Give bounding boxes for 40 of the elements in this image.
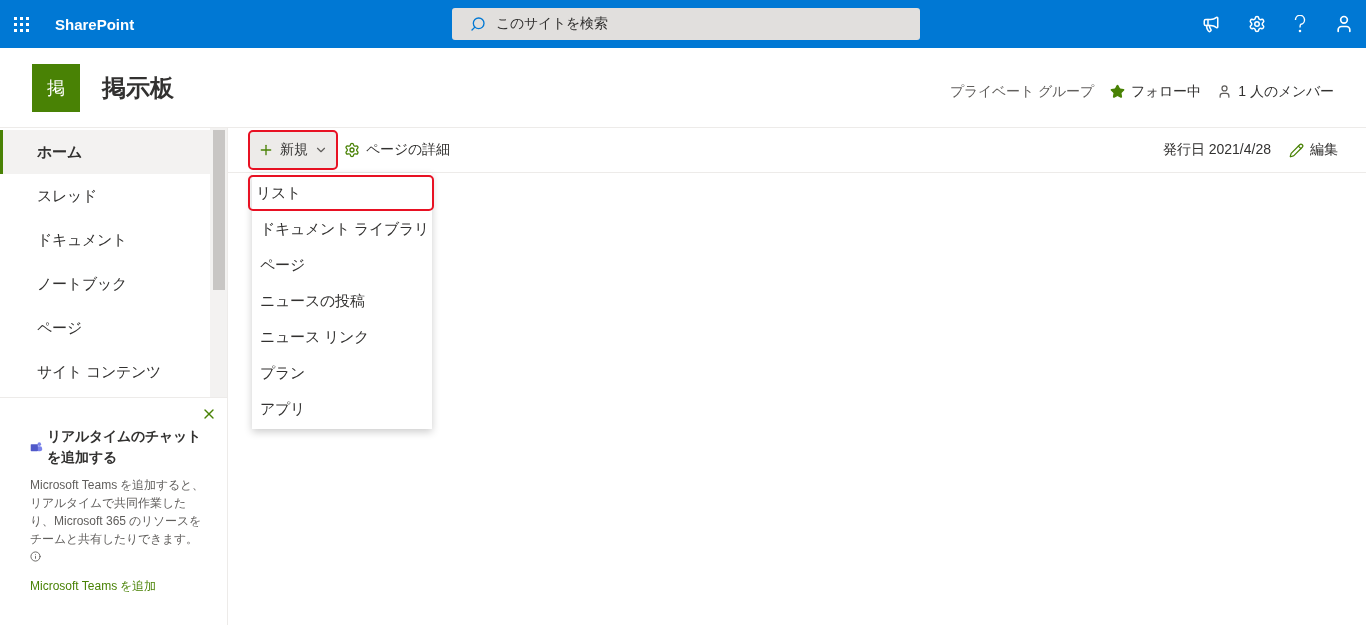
search-field[interactable]: このサイトを検索 [452,8,921,40]
info-icon[interactable] [30,551,41,562]
help-icon[interactable] [1294,15,1306,33]
user-icon[interactable] [1334,14,1354,34]
edit-button[interactable]: 編集 [1283,141,1344,159]
star-icon[interactable] [1110,84,1126,99]
settings-icon[interactable] [1248,15,1266,33]
published-date: 発行日 2021/4/28 [1162,141,1271,159]
nav-item[interactable]: サイト コンテンツ [0,350,210,394]
nav-item[interactable]: ページ [0,306,210,350]
nav-item[interactable]: ノートブック [0,262,210,306]
menu-item[interactable]: ページ [252,247,432,283]
members-label[interactable]: 1 人のメンバー [1238,82,1334,101]
menu-item[interactable]: ニュースの投稿 [252,283,432,319]
card-text: Microsoft Teams を追加すると、リアルタイムで共同作業したり、Microsoft 365 のリソースをチームと共有したりできます。 [30,477,206,548]
person-icon [1217,84,1233,99]
scrollbar[interactable] [210,128,227,397]
page-details-button[interactable]: ページの詳細 [338,141,456,159]
menu-item[interactable]: ニュース リンク [252,319,432,355]
nav-item[interactable]: ドキュメント [0,218,210,262]
menu-item[interactable]: ドキュメント ライブラリ [252,211,432,247]
nav-item[interactable]: スレッド [0,174,210,218]
card-title: リアルタイムのチャットを追加する [46,427,202,467]
app-name[interactable]: SharePoint [55,15,135,33]
site-title[interactable]: 掲示板 [102,71,174,104]
app-launcher-icon[interactable] [14,16,29,32]
gear-icon [344,142,360,158]
new-button[interactable]: 新規 [248,130,338,170]
add-teams-link[interactable]: Microsoft Teams を追加 [30,578,207,595]
pencil-icon [1289,142,1304,158]
menu-item[interactable]: プラン [252,355,432,391]
menu-item[interactable]: リスト [248,175,434,211]
nav-item[interactable]: ホーム [0,130,210,174]
megaphone-icon[interactable] [1202,15,1220,33]
privacy-label: プライベート グループ [950,82,1095,101]
follow-label[interactable]: フォロー中 [1131,82,1202,101]
search-icon [470,16,487,32]
menu-item[interactable]: アプリ [252,391,432,427]
site-logo: 掲 [32,63,80,112]
plus-icon [258,142,274,158]
